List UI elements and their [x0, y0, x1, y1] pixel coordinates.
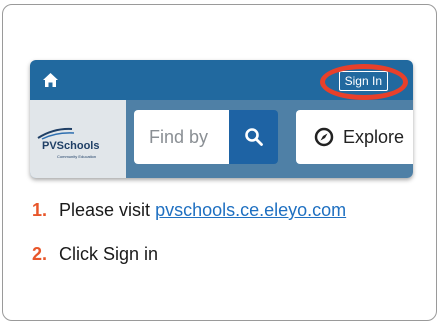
- logo[interactable]: PVSchools Community Education: [30, 100, 126, 178]
- logo-text: PVSchools: [42, 140, 100, 152]
- search-icon: [245, 128, 263, 146]
- explore-label: Explore: [343, 127, 405, 147]
- instruction-steps: 1. Please visit pvschools.ce.eleyo.com 2…: [32, 198, 346, 286]
- search-bar: PVSchools Community Education Find by Ex…: [30, 100, 413, 178]
- search-input[interactable]: Find by: [134, 110, 229, 164]
- logo-swoosh-icon: [37, 127, 75, 140]
- step-text: Please visit: [59, 200, 156, 220]
- step-number: 1.: [32, 200, 48, 220]
- site-link[interactable]: pvschools.ce.eleyo.com: [155, 200, 346, 220]
- logo-subtext: Community Education: [57, 154, 97, 159]
- step-1: 1. Please visit pvschools.ce.eleyo.com: [32, 198, 346, 242]
- compass-icon: [314, 127, 334, 147]
- search-button[interactable]: [229, 110, 278, 164]
- explore-button[interactable]: Explore: [296, 110, 413, 164]
- step-2: 2. Click Sign in: [32, 242, 346, 286]
- top-nav-bar: Sign In: [30, 60, 413, 100]
- website-screenshot: Sign In PVSchools Community Education Fi…: [30, 60, 413, 178]
- home-icon[interactable]: [42, 72, 59, 88]
- step-text: Click Sign in: [59, 244, 159, 264]
- step-number: 2.: [32, 244, 48, 264]
- sign-in-button[interactable]: Sign In: [338, 71, 388, 91]
